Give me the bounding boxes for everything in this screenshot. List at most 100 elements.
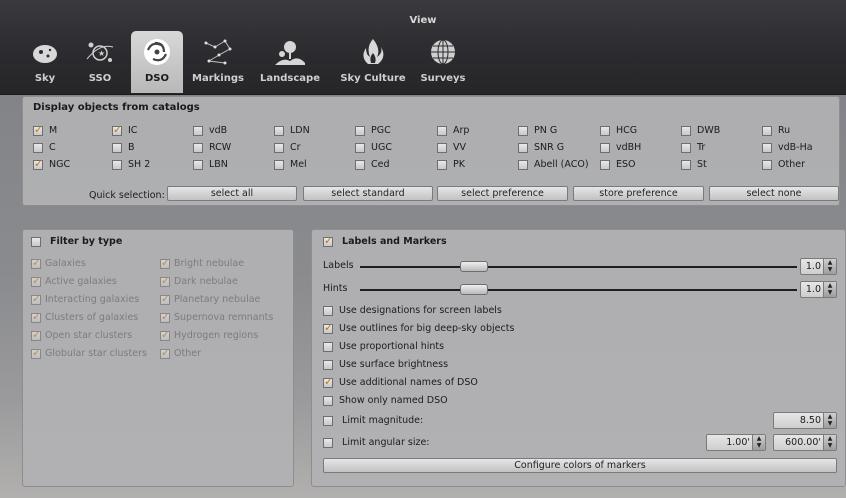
catalog-toggle[interactable]: UGC xyxy=(355,141,392,155)
catalog-checkbox[interactable] xyxy=(274,142,284,153)
catalog-toggle[interactable]: Tr xyxy=(681,141,705,155)
catalog-checkbox[interactable] xyxy=(518,142,528,153)
option-checkbox[interactable] xyxy=(323,359,333,370)
filter-type-toggle[interactable]: Clusters of galaxies xyxy=(31,310,138,325)
catalog-checkbox[interactable] xyxy=(600,142,610,153)
catalog-checkbox[interactable] xyxy=(193,125,203,136)
tab-markings[interactable]: Markings xyxy=(188,31,248,93)
catalog-toggle[interactable]: VV xyxy=(437,141,466,155)
catalog-checkbox[interactable] xyxy=(112,142,122,153)
catalog-toggle[interactable]: Ced xyxy=(355,158,390,172)
tab-sky-culture[interactable]: Sky Culture xyxy=(334,31,412,93)
catalog-checkbox[interactable] xyxy=(600,159,610,170)
catalog-checkbox[interactable] xyxy=(193,142,203,153)
catalog-toggle[interactable]: LDN xyxy=(274,124,310,138)
filter-type-checkbox[interactable] xyxy=(31,292,41,306)
limit-angular-max-spinbox[interactable]: 600.00' ▲ ▼ xyxy=(773,434,837,451)
filter-type-checkbox[interactable] xyxy=(31,310,41,324)
catalog-toggle[interactable]: NGC xyxy=(33,157,70,172)
catalog-checkbox[interactable] xyxy=(355,159,365,170)
option-checkbox[interactable] xyxy=(323,305,333,316)
catalog-checkbox[interactable] xyxy=(518,125,528,136)
catalog-toggle[interactable]: HCG xyxy=(600,124,637,138)
filter-type-toggle[interactable]: Active galaxies xyxy=(31,274,117,289)
catalog-checkbox[interactable] xyxy=(33,157,43,171)
hints-slider-handle[interactable] xyxy=(459,284,488,295)
limit-angular-size-checkbox[interactable] xyxy=(323,437,333,448)
catalog-toggle[interactable]: vdB xyxy=(193,124,227,138)
filter-type-checkbox[interactable] xyxy=(31,274,41,288)
filter-type-toggle[interactable]: Open star clusters xyxy=(31,328,132,343)
select-all-button[interactable]: select all xyxy=(167,186,297,201)
catalog-checkbox[interactable] xyxy=(274,125,284,136)
catalog-toggle[interactable]: M xyxy=(33,123,57,138)
catalog-checkbox[interactable] xyxy=(681,142,691,153)
catalog-checkbox[interactable] xyxy=(193,159,203,170)
catalog-toggle[interactable]: SNR G xyxy=(518,141,564,155)
filter-type-checkbox[interactable] xyxy=(31,346,41,360)
filter-type-toggle[interactable]: Globular star clusters xyxy=(31,346,147,361)
filter-type-checkbox[interactable] xyxy=(31,328,41,342)
catalog-checkbox[interactable] xyxy=(274,159,284,170)
catalog-checkbox[interactable] xyxy=(33,142,43,153)
filter-by-type-checkbox[interactable] xyxy=(31,236,41,247)
labels-slider-track[interactable] xyxy=(360,266,797,268)
catalog-checkbox[interactable] xyxy=(762,159,772,170)
spin-arrows-icon[interactable]: ▲ ▼ xyxy=(823,282,836,297)
filter-type-checkbox[interactable] xyxy=(160,310,170,324)
catalog-toggle[interactable]: SH 2 xyxy=(112,158,150,172)
limit-magnitude-checkbox[interactable] xyxy=(323,415,333,426)
catalog-toggle[interactable]: RCW xyxy=(193,141,231,155)
spin-arrows-icon[interactable]: ▲ ▼ xyxy=(823,413,836,428)
filter-type-checkbox[interactable] xyxy=(160,346,170,360)
filter-type-checkbox[interactable] xyxy=(31,256,41,270)
catalog-checkbox[interactable] xyxy=(112,123,122,137)
catalog-checkbox[interactable] xyxy=(600,125,610,136)
option-checkbox[interactable] xyxy=(323,321,333,335)
option-checkbox[interactable] xyxy=(323,375,333,389)
catalog-checkbox[interactable] xyxy=(762,125,772,136)
catalog-checkbox[interactable] xyxy=(355,125,365,136)
filter-type-toggle[interactable]: Bright nebulae xyxy=(160,256,244,271)
option-checkbox[interactable] xyxy=(323,341,333,352)
tab-sky[interactable]: Sky xyxy=(22,31,68,93)
catalog-toggle[interactable]: Mel xyxy=(274,158,307,172)
select-preference-button[interactable]: select preference xyxy=(437,186,568,201)
hints-slider-track[interactable] xyxy=(360,289,797,291)
catalog-toggle[interactable]: LBN xyxy=(193,158,228,172)
labels-markers-checkbox[interactable] xyxy=(323,234,333,248)
limit-angular-size-toggle[interactable]: Limit angular size: xyxy=(323,436,430,450)
tab-sso[interactable]: ★ SSO xyxy=(72,31,128,93)
catalog-toggle[interactable]: vdBH xyxy=(600,141,641,155)
catalog-checkbox[interactable] xyxy=(355,142,365,153)
option-toggle[interactable]: Use outlines for big deep-sky objects xyxy=(323,321,514,336)
catalog-toggle[interactable]: vdB-Ha xyxy=(762,141,813,155)
catalog-toggle[interactable]: PN G xyxy=(518,124,557,138)
filter-type-checkbox[interactable] xyxy=(160,256,170,270)
catalog-toggle[interactable]: B xyxy=(112,141,135,155)
catalog-toggle[interactable]: St xyxy=(681,158,707,172)
catalog-toggle[interactable]: Arp xyxy=(437,124,469,138)
catalog-checkbox[interactable] xyxy=(762,142,772,153)
filter-type-toggle[interactable]: Supernova remnants xyxy=(160,310,273,325)
option-toggle[interactable]: Show only named DSO xyxy=(323,394,448,408)
catalog-checkbox[interactable] xyxy=(518,159,528,170)
filter-type-toggle[interactable]: Galaxies xyxy=(31,256,86,271)
option-toggle[interactable]: Use proportional hints xyxy=(323,340,444,354)
filter-type-toggle[interactable]: Dark nebulae xyxy=(160,274,238,289)
catalog-checkbox[interactable] xyxy=(681,159,691,170)
option-checkbox[interactable] xyxy=(323,395,333,406)
filter-type-checkbox[interactable] xyxy=(160,292,170,306)
tab-dso[interactable]: DSO xyxy=(131,31,183,93)
filter-type-checkbox[interactable] xyxy=(160,328,170,342)
catalog-checkbox[interactable] xyxy=(437,142,447,153)
limit-magnitude-toggle[interactable]: Limit magnitude: xyxy=(323,414,423,428)
labels-spinbox[interactable]: 1.0 ▲ ▼ xyxy=(800,258,837,275)
catalog-toggle[interactable]: PK xyxy=(437,158,465,172)
catalog-checkbox[interactable] xyxy=(33,123,43,137)
select-none-button[interactable]: select none xyxy=(709,186,839,201)
tab-surveys[interactable]: Surveys xyxy=(414,31,472,93)
option-toggle[interactable]: Use designations for screen labels xyxy=(323,304,502,318)
catalog-toggle[interactable]: Ru xyxy=(762,124,790,138)
filter-type-toggle[interactable]: Hydrogen regions xyxy=(160,328,258,343)
